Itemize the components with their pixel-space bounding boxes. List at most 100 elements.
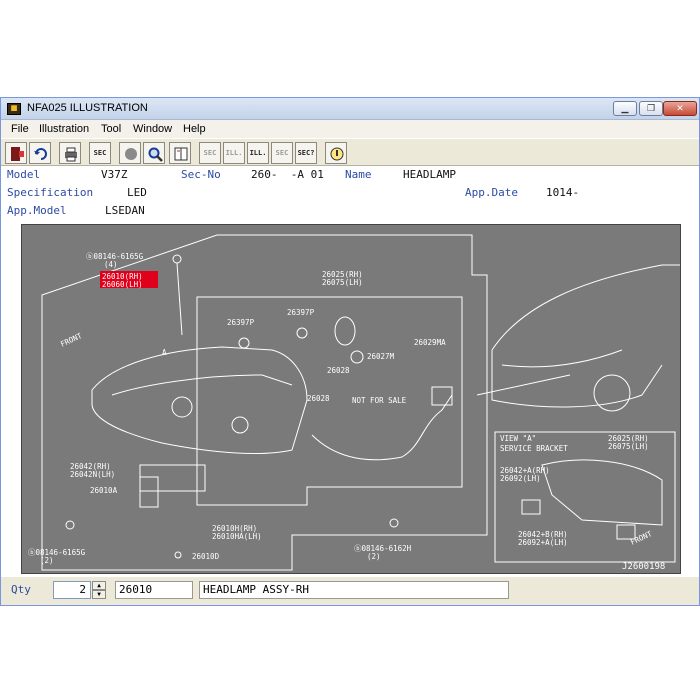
prev-ill-button[interactable]: ILL. [223, 142, 245, 164]
model-label: Model [7, 168, 41, 181]
next-sec-icon: SEC [275, 149, 289, 157]
car-pointer-line [476, 374, 571, 396]
spin-up-icon: ▲ [97, 582, 101, 589]
menu-illustration[interactable]: Illustration [39, 123, 89, 135]
qty-increment-button[interactable]: ▲ [92, 581, 106, 590]
label-26010ha-lh[interactable]: 26010HA(LH) [212, 532, 262, 541]
label-26028-b[interactable]: 26028 [307, 394, 330, 403]
close-button[interactable]: ✕ [663, 101, 697, 116]
label-bolt-bottom-left-qty: (2) [40, 556, 54, 565]
info-icon [330, 147, 344, 161]
bracket-26010a [139, 476, 159, 508]
next-ill-icon: ILL. [249, 149, 267, 157]
label-26060-lh[interactable]: 26060(LH) [102, 280, 143, 289]
part-number-field[interactable]: 26010 [115, 581, 193, 599]
label-26042n-lh[interactable]: 26042N(LH) [70, 470, 115, 479]
secno-value: 260- -A 01 [251, 168, 324, 181]
headlamp-lens-line [111, 374, 293, 396]
sec-button[interactable]: SEC [89, 142, 111, 164]
menu-window[interactable]: Window [133, 123, 172, 135]
menu-help[interactable]: Help [183, 123, 206, 135]
spec-value: LED [127, 186, 147, 199]
sec-query-button[interactable]: SEC? [295, 142, 317, 164]
label-26397p-b[interactable]: 26397P [287, 308, 315, 317]
prev-sec-icon: SEC [203, 149, 217, 157]
undo-button[interactable] [29, 142, 51, 164]
info-panel: Model V37Z Sec-No 260- -A 01 Name HEADLA… [1, 166, 699, 220]
harness-connector [431, 386, 453, 406]
appdate-value: 1014- [546, 186, 580, 199]
bolt-26010d [174, 551, 182, 559]
label-26075[interactable]: 26075(LH) [322, 278, 363, 287]
bolt-top [172, 254, 182, 264]
restore-icon: ❐ [646, 103, 656, 113]
parts-illustration[interactable]: ⓑ08146-6165G (4) 26010(RH) 26060(LH) 260… [21, 224, 681, 574]
minimize-button[interactable]: ▁ [613, 101, 637, 116]
label-view-a: VIEW "A" [500, 434, 536, 443]
ring-26027m [350, 350, 364, 364]
service-bracket-a [521, 499, 541, 515]
sec-query-icon: SEC? [297, 149, 315, 157]
bolt-bottom-left [65, 520, 75, 530]
model-value: V37Z [101, 168, 128, 181]
search-icon [148, 147, 163, 162]
label-26028-a[interactable]: 26028 [327, 366, 350, 375]
label-view-26092[interactable]: 26092(LH) [500, 474, 541, 483]
title-bar[interactable]: ▦ NFA025 ILLUSTRATION ▁ ❐ ✕ [1, 98, 699, 120]
application-window: ▦ NFA025 ILLUSTRATION ▁ ❐ ✕ File Illustr… [0, 97, 700, 606]
label-26397p-a[interactable]: 26397P [227, 318, 255, 327]
print-icon [65, 147, 77, 162]
illustration-canvas: ⓑ08146-6165G (4) 26010(RH) 26060(LH) 260… [28, 234, 680, 572]
part-26397p-b [296, 327, 308, 339]
qty-label: Qty [11, 583, 31, 596]
label-view-26092a[interactable]: 26092+A(LH) [518, 538, 568, 547]
undo-icon [34, 148, 47, 160]
part-name-field[interactable]: HEADLAMP ASSY-RH [199, 581, 509, 599]
info-button[interactable] [325, 142, 347, 164]
label-view-front: FRONT [629, 529, 654, 547]
close-icon: ✕ [676, 103, 684, 113]
label-bolt-bottom-right-qty: (2) [367, 552, 381, 561]
view-a-headlamp [541, 459, 663, 526]
label-bolt-top-qty: (4) [104, 260, 118, 269]
illustration-panel: ⓑ08146-6165G (4) 26010(RH) 26060(LH) 260… [1, 220, 699, 577]
spec-label: Specification [7, 186, 94, 199]
book-button[interactable] [169, 142, 191, 164]
book-icon [174, 147, 188, 161]
status-bar: Qty 2 ▲ ▼ 26010 HEADLAMP ASSY-RH [1, 577, 699, 605]
menu-tool[interactable]: Tool [101, 123, 121, 135]
menu-bar: File Illustration Tool Window Help [1, 120, 699, 138]
next-ill-button[interactable]: ILL. [247, 142, 269, 164]
minimize-icon: ▁ [621, 103, 629, 113]
label-service-bracket: SERVICE BRACKET [500, 444, 568, 453]
qty-decrement-button[interactable]: ▼ [92, 590, 106, 599]
label-26029ma[interactable]: 26029MA [414, 338, 446, 347]
headlamp-reflector-2 [231, 416, 249, 434]
label-a-marker: A [162, 348, 167, 357]
label-bolt-bottom-left: ⓑ08146-6165G [28, 548, 86, 557]
name-value: HEADLAMP [403, 168, 456, 181]
label-26027m[interactable]: 26027M [367, 352, 395, 361]
window-title: NFA025 ILLUSTRATION [27, 102, 148, 114]
circle-button[interactable] [119, 142, 141, 164]
prev-sec-button[interactable]: SEC [199, 142, 221, 164]
exit-button[interactable] [5, 142, 27, 164]
qty-input[interactable]: 2 [53, 581, 91, 599]
label-view-26075[interactable]: 26075(LH) [608, 442, 649, 451]
secno-label: Sec-No [181, 168, 221, 181]
drl-lamp [139, 464, 206, 492]
label-26010d[interactable]: 26010D [192, 552, 220, 561]
print-button[interactable] [59, 142, 81, 164]
next-sec-button[interactable]: SEC [271, 142, 293, 164]
headlamp-housing [91, 346, 308, 455]
part-26397p-a [238, 337, 250, 349]
name-label: Name [345, 168, 372, 181]
app-icon[interactable]: ▦ [7, 103, 21, 115]
label-26010a[interactable]: 26010A [90, 486, 118, 495]
prev-ill-icon: ILL. [225, 149, 243, 157]
menu-file[interactable]: File [11, 123, 29, 135]
restore-button[interactable]: ❐ [639, 101, 663, 116]
headlamp-reflector [171, 396, 193, 418]
search-button[interactable] [143, 142, 165, 164]
illustration-code: J2600198 [622, 562, 665, 572]
